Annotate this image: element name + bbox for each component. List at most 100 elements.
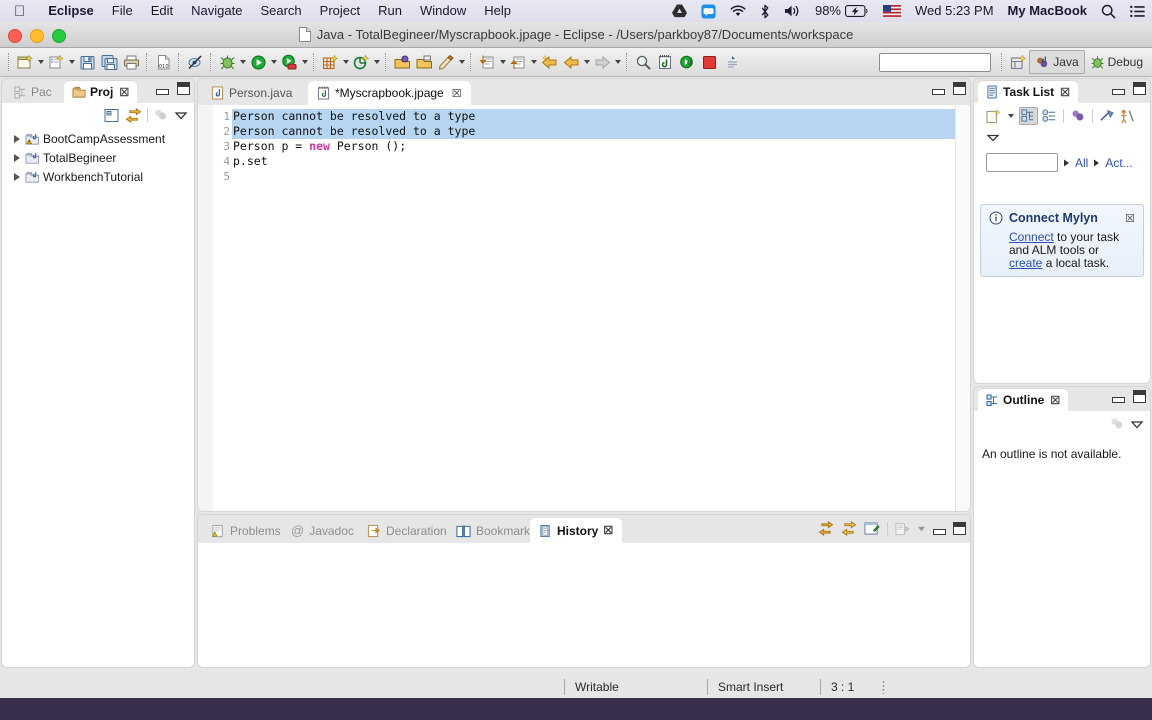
- back-button[interactable]: [560, 51, 582, 73]
- stop-evaluation-button[interactable]: [698, 51, 720, 73]
- view-tab-history[interactable]: History ☒: [530, 518, 623, 543]
- expand-arrow-icon[interactable]: [14, 134, 20, 143]
- execute-snippet-button[interactable]: [676, 51, 698, 73]
- focus-on-active-task-icon[interactable]: [1109, 417, 1125, 431]
- run-coverage-button[interactable]: [278, 51, 300, 73]
- view-menu-icon[interactable]: [986, 132, 1000, 143]
- new-task-icon[interactable]: [986, 108, 1002, 124]
- next-annotation-dropdown-arrow[interactable]: [498, 51, 507, 73]
- task-list-search-input[interactable]: [986, 153, 1058, 172]
- maximize-icon[interactable]: [953, 522, 966, 535]
- battery-icon[interactable]: 98%: [808, 0, 876, 22]
- maximize-icon[interactable]: [1133, 82, 1146, 95]
- zoom-button[interactable]: [52, 29, 66, 43]
- input-flag-icon[interactable]: [876, 5, 908, 17]
- menu-item-help[interactable]: Help: [475, 0, 520, 22]
- new-java-class-dropdown-arrow[interactable]: [341, 51, 350, 73]
- previous-annotation-button[interactable]: [507, 51, 529, 73]
- editor-vertical-ruler[interactable]: [198, 105, 214, 511]
- history-view-body[interactable]: [198, 543, 970, 667]
- close-icon[interactable]: ☒: [452, 87, 462, 100]
- notification-center-icon[interactable]: [1123, 5, 1152, 18]
- minimize-icon[interactable]: [156, 82, 169, 95]
- open-perspective-button[interactable]: [1007, 51, 1029, 73]
- view-tab-project-explorer[interactable]: Proj ☒: [64, 81, 138, 103]
- pin-history-icon[interactable]: [864, 521, 880, 536]
- new-java-package-dropdown-arrow[interactable]: [372, 51, 381, 73]
- refresh-icon[interactable]: [818, 521, 834, 536]
- tree-item-totalbegineer[interactable]: TotalBegineer: [6, 148, 194, 167]
- open-element-dropdown-arrow[interactable]: [457, 51, 466, 73]
- link-with-editor-icon[interactable]: [841, 521, 857, 536]
- new-task-dropdown-arrow[interactable]: [1006, 105, 1015, 127]
- mylyn-connect-link[interactable]: Connect: [1009, 230, 1054, 244]
- mylyn-create-link[interactable]: create: [1009, 256, 1042, 270]
- scope-active-arrow-icon[interactable]: [1092, 158, 1101, 168]
- minimize-icon[interactable]: [933, 522, 946, 535]
- spotlight-search-icon[interactable]: [1094, 4, 1123, 19]
- scope-active-button[interactable]: Act...: [1105, 156, 1132, 170]
- close-icon[interactable]: ☒: [1050, 394, 1060, 407]
- scope-all-arrow-icon[interactable]: [1062, 158, 1071, 168]
- toggle-build-button[interactable]: 010: [152, 51, 174, 73]
- view-menu-icon[interactable]: [1130, 418, 1144, 430]
- view-menu-icon[interactable]: [174, 109, 188, 121]
- view-tab-javadoc[interactable]: @ Javadoc: [282, 518, 363, 543]
- editor-text-content[interactable]: Person cannot be resolved to a type Pers…: [232, 105, 956, 511]
- minimize-icon[interactable]: [1112, 82, 1125, 95]
- expand-arrow-icon[interactable]: [14, 172, 20, 181]
- open-type-button[interactable]: [391, 51, 413, 73]
- view-tab-outline[interactable]: Outline ☒: [978, 389, 1069, 411]
- next-annotation-button[interactable]: [476, 51, 498, 73]
- new-java-project-button[interactable]: [45, 51, 67, 73]
- open-element-button[interactable]: [435, 51, 457, 73]
- menu-item-eclipse[interactable]: Eclipse: [39, 0, 103, 22]
- status-resize-grip[interactable]: [882, 680, 886, 694]
- debug-dropdown-arrow[interactable]: [238, 51, 247, 73]
- run-button[interactable]: [247, 51, 269, 73]
- last-edit-location-button[interactable]: [538, 51, 560, 73]
- perspective-java-button[interactable]: Java: [1029, 50, 1085, 74]
- link-with-editor-icon[interactable]: [125, 107, 142, 123]
- scope-all-button[interactable]: All: [1075, 156, 1088, 170]
- editor-tab-person-java[interactable]: Person.java: [202, 81, 301, 105]
- menu-bar-user[interactable]: My MacBook: [1001, 0, 1094, 22]
- focus-on-workweek-icon[interactable]: [1070, 109, 1086, 123]
- close-button[interactable]: [8, 29, 22, 43]
- previous-annotation-dropdown-arrow[interactable]: [529, 51, 538, 73]
- bluetooth-icon[interactable]: [753, 4, 777, 19]
- menu-item-edit[interactable]: Edit: [142, 0, 182, 22]
- new-java-package-button[interactable]: [350, 51, 372, 73]
- collapse-all-icon[interactable]: [104, 108, 120, 123]
- save-all-button[interactable]: [98, 51, 120, 73]
- wifi-icon[interactable]: [723, 5, 753, 18]
- print-button[interactable]: [120, 51, 142, 73]
- compare-mode-icon[interactable]: [895, 522, 910, 536]
- forward-button[interactable]: [591, 51, 613, 73]
- search-button[interactable]: [632, 51, 654, 73]
- maximize-icon[interactable]: [177, 82, 190, 95]
- display-result-button[interactable]: [720, 51, 742, 73]
- perspective-debug-button[interactable]: Debug: [1085, 51, 1148, 73]
- forward-dropdown-arrow[interactable]: [613, 51, 622, 73]
- view-tab-package-explorer[interactable]: Pac: [6, 81, 60, 103]
- new-scrapbook-page-button[interactable]: [654, 51, 676, 73]
- messages-icon[interactable]: [694, 3, 723, 19]
- new-java-project-dropdown-arrow[interactable]: [67, 51, 76, 73]
- maximize-icon[interactable]: [1133, 390, 1146, 403]
- minimize-icon[interactable]: [932, 82, 945, 95]
- save-button[interactable]: [76, 51, 98, 73]
- menu-item-file[interactable]: File: [103, 0, 142, 22]
- run-coverage-dropdown-arrow[interactable]: [300, 51, 309, 73]
- google-drive-icon[interactable]: [665, 4, 694, 18]
- menu-item-search[interactable]: Search: [251, 0, 310, 22]
- code-editor[interactable]: 1 2 3 4 5 Person cannot be resolved to a…: [198, 105, 970, 511]
- new-wizard-dropdown-arrow[interactable]: [36, 51, 45, 73]
- new-wizard-button[interactable]: [14, 51, 36, 73]
- categorized-presentation-icon[interactable]: [1019, 107, 1038, 125]
- menu-item-run[interactable]: Run: [369, 0, 411, 22]
- scheduled-presentation-icon[interactable]: [1042, 109, 1057, 123]
- volume-icon[interactable]: [777, 4, 808, 18]
- menu-item-navigate[interactable]: Navigate: [182, 0, 251, 22]
- view-tab-task-list[interactable]: Task List ☒: [978, 81, 1079, 103]
